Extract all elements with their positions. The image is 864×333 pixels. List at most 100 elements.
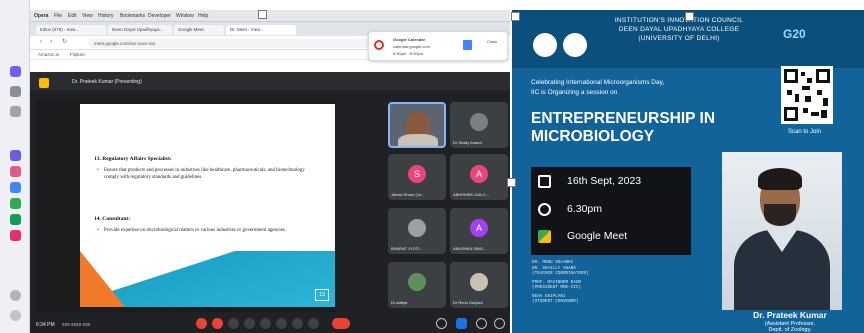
menu-opera[interactable]: Opera	[34, 13, 48, 19]
slide-bullet-1: • Ensure that products and processes in …	[97, 168, 305, 180]
tab-college[interactable]: Deen Dayal Upadhyaya...	[108, 25, 172, 35]
captions-button[interactable]	[228, 318, 239, 329]
menu-edit[interactable]: Edit	[68, 13, 77, 19]
qr-code	[781, 66, 833, 124]
event-time: 6.30pm	[567, 203, 603, 215]
participant-photo	[408, 219, 426, 237]
participant-tile[interactable]: Dr Renu Gulyani	[450, 262, 508, 308]
event-title: ENTREPRENEURSHIP IN MICROBIOLOGY	[531, 110, 716, 145]
participant-tile[interactable]: A ABHISHEK GALO...	[450, 154, 508, 200]
screen: Opera File Edit View History Bookmarks D…	[0, 0, 864, 333]
bookmark-flipkart[interactable]: Flipkart	[70, 52, 85, 57]
participant-tile[interactable]: S Jahnvi Shree (Jn...	[388, 154, 446, 200]
resize-handle[interactable]	[685, 12, 694, 21]
forward-icon[interactable]: ›	[50, 38, 52, 45]
calendar-notification[interactable]: Google Calendar calendar.google.com 6:30…	[368, 31, 508, 61]
participant-shirt	[398, 134, 438, 146]
tab-google-meet[interactable]: Google Meet	[174, 25, 224, 35]
participant-photo	[408, 273, 426, 291]
participant-name: Dr Renu Gulyani	[453, 300, 483, 305]
settings-button[interactable]	[308, 318, 319, 329]
app-icon-7[interactable]	[10, 198, 21, 209]
event-date: 16th Sept, 2023	[567, 175, 642, 187]
iic-logo	[533, 33, 557, 57]
participant-avatar: A	[470, 219, 488, 237]
google-meet-icon	[538, 230, 551, 243]
url-field[interactable]: meet.google.com/xxx-xxxx-xxx	[88, 39, 378, 48]
emoji-button[interactable]	[244, 318, 255, 329]
more-icon[interactable]	[10, 310, 21, 321]
participant-avatar: A	[470, 165, 488, 183]
notification-title: Google Calendar	[393, 37, 426, 42]
app-icon-4[interactable]	[10, 150, 21, 161]
resize-handle[interactable]	[507, 178, 516, 187]
menu-view[interactable]: View	[82, 13, 93, 19]
reload-icon[interactable]: ↻	[62, 38, 67, 45]
app-icon-9[interactable]	[10, 230, 21, 241]
calendar-icon	[538, 175, 551, 188]
resize-handle[interactable]	[511, 12, 520, 21]
menu-bar: Opera File Edit View History Bookmarks D…	[30, 10, 510, 22]
close-button[interactable]: Close	[487, 39, 497, 44]
raise-hand-button[interactable]	[276, 318, 287, 329]
app-icon-8[interactable]	[10, 214, 21, 225]
tab-inbox[interactable]: Inbox (276) - mea...	[36, 25, 106, 35]
participant-name: Dr Aditya	[391, 300, 408, 305]
bullet-dot-icon: •	[97, 168, 99, 173]
speaker-photo	[722, 152, 842, 310]
speaker-role: (Assistant Professor, Deptt. of Zoology,	[764, 321, 816, 333]
g20-logo: G20	[783, 27, 806, 41]
participant-name: BHARAT JYOTI...	[391, 246, 423, 251]
leave-call-button[interactable]	[332, 318, 350, 329]
activities-button[interactable]	[494, 318, 505, 329]
info-button[interactable]	[436, 318, 447, 329]
calendar-icon	[463, 40, 472, 50]
bookmark-amazon[interactable]: Amazon.in	[38, 52, 59, 57]
chat-button[interactable]	[476, 318, 487, 329]
speaker-name: Dr. Prateek Kumar	[753, 310, 827, 320]
slide-bullet-2: • Provide expertise on microbiological m…	[97, 228, 287, 233]
app-icon-1[interactable]	[10, 66, 21, 77]
present-button[interactable]	[260, 318, 271, 329]
slide-number: 13	[315, 289, 329, 301]
app-icon-3[interactable]	[10, 106, 21, 117]
participant-name: ABHISHEK GALO...	[453, 192, 489, 197]
menu-bookmarks[interactable]: Bookmarks	[120, 13, 145, 19]
participant-avatar: S	[408, 165, 426, 183]
poster-intro: Celebrating International Microorganisms…	[531, 79, 665, 96]
participant-tile[interactable]: BHARAT JYOTI...	[388, 208, 446, 254]
participant-tile[interactable]: Dr Shaily Anand	[450, 102, 508, 148]
participant-tile[interactable]: Dr Aditya	[388, 262, 446, 308]
resize-handle[interactable]	[258, 10, 267, 19]
slide-heading-2: 14. Consultant:	[94, 216, 131, 222]
participant-tile-self[interactable]	[388, 102, 446, 148]
camera-off-button[interactable]	[212, 318, 223, 329]
notification-line2: 6:30pm · 6:30pm	[393, 51, 424, 56]
meeting-time: 6:34 PM xxx-xxxx-xxx	[36, 322, 91, 328]
app-icon-2[interactable]	[10, 86, 21, 97]
presenter-title: Dr. Prateek Kumar (Presenting)	[72, 79, 142, 85]
participant-tile[interactable]: A ANUSHKA SING...	[450, 208, 508, 254]
menu-file[interactable]: File	[54, 13, 62, 19]
presentation-slide: 13. Regulatory Affairs Specialist: • Ens…	[80, 104, 335, 307]
people-button[interactable]	[456, 318, 467, 329]
participant-name: Jahnvi Shree (Jn...	[391, 192, 425, 197]
participant-photo	[470, 273, 488, 291]
event-venue: Google Meet	[567, 230, 628, 242]
tab-meeting[interactable]: Dr. Meet - mea...	[226, 25, 296, 35]
opera-icon	[374, 40, 384, 50]
more-options-button[interactable]	[292, 318, 303, 329]
participant-name: ANUSHKA SING...	[453, 246, 487, 251]
app-icon-5[interactable]	[10, 166, 21, 177]
menu-window[interactable]: Window	[176, 13, 194, 19]
menu-help[interactable]: Help	[198, 13, 208, 19]
menu-history[interactable]: History	[98, 13, 114, 19]
settings-icon[interactable]	[10, 290, 21, 301]
back-icon[interactable]: ‹	[40, 38, 42, 45]
app-icon-6[interactable]	[10, 182, 21, 193]
council-name: INSTITUTION'S INNOVATION COUNCIL DEEN DA…	[614, 17, 744, 42]
clock-icon	[538, 203, 551, 216]
menu-developer[interactable]: Developer	[148, 13, 171, 19]
bullet-dot-icon: •	[97, 228, 99, 233]
mic-off-button[interactable]	[196, 318, 207, 329]
